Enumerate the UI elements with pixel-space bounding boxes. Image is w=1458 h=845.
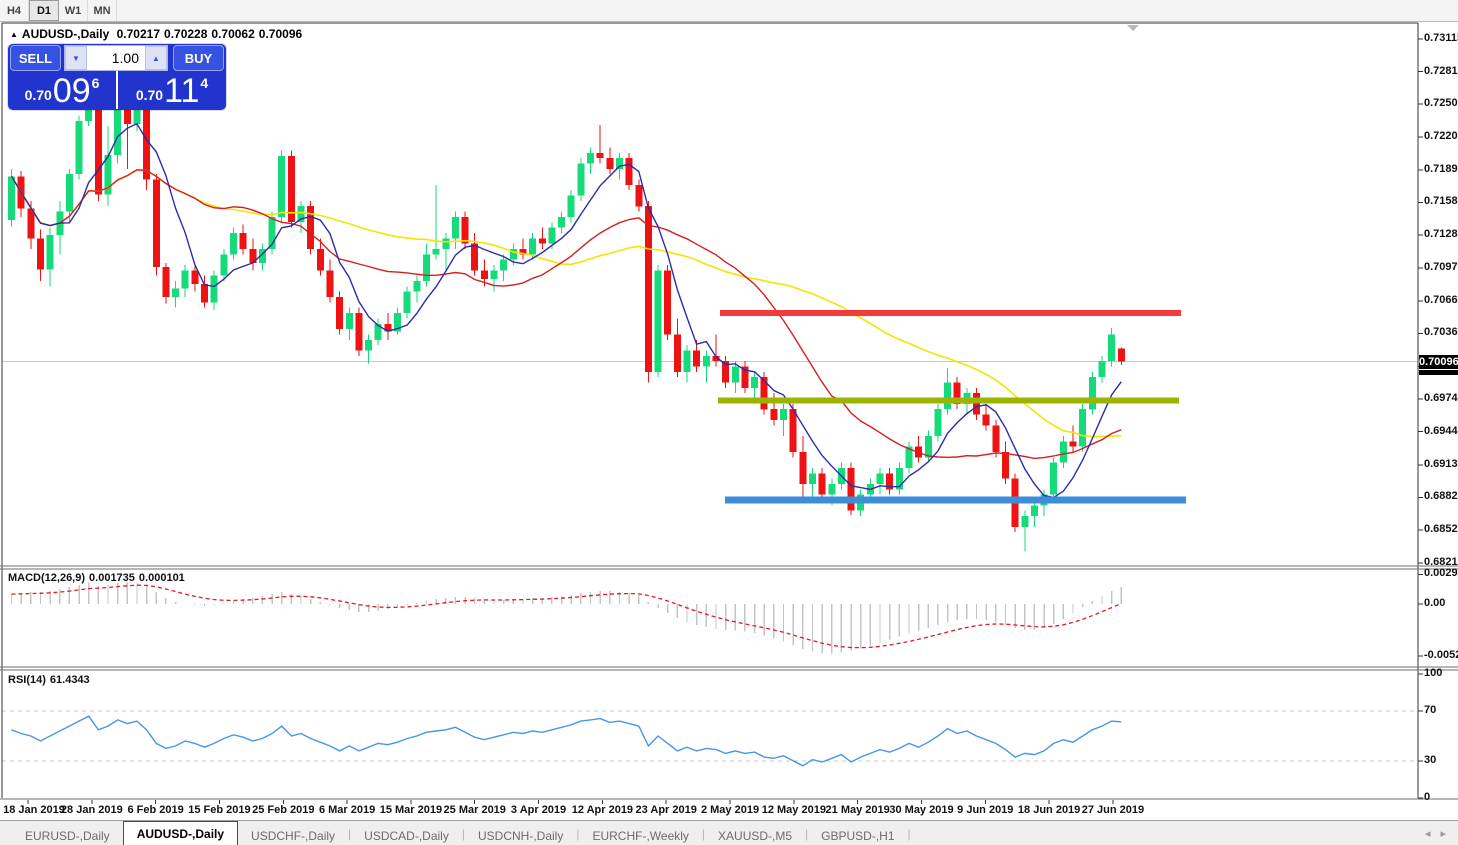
- buy-button[interactable]: BUY: [173, 45, 224, 71]
- current-price-tag: 0.70096: [1419, 354, 1458, 369]
- tab-audusd-daily[interactable]: AUDUSD-,Daily: [122, 821, 239, 845]
- tab-eurusd-daily[interactable]: EURUSD-,Daily: [12, 825, 123, 845]
- macd-tick-label: 0.002984: [1424, 567, 1458, 580]
- buy-price-display[interactable]: 0.70 11 4: [118, 71, 226, 109]
- price-chart-canvas[interactable]: [0, 0, 1458, 820]
- price-tick-label: 0.69440: [1424, 424, 1458, 437]
- price-tick-label: 0.71585: [1424, 195, 1458, 208]
- timeframe-button-d1[interactable]: D1: [29, 0, 59, 21]
- date-tick-label: 6 Feb 2019: [127, 804, 184, 816]
- price-tick-label: 0.69745: [1424, 392, 1458, 405]
- ohlc-low: 0.70062: [211, 27, 255, 41]
- tab-usdchf-daily[interactable]: USDCHF-,Daily: [238, 825, 348, 845]
- sell-price-big: 09: [52, 71, 91, 110]
- timeframe-button-w1[interactable]: W1: [59, 0, 88, 21]
- price-tick-label: 0.71280: [1424, 228, 1458, 241]
- tab-separator: |: [907, 826, 911, 841]
- buy-price-big: 11: [164, 71, 200, 110]
- price-tick-label: 0.73115: [1424, 32, 1458, 45]
- date-tick-label: 27 Jun 2019: [1081, 804, 1145, 816]
- price-tick-label: 0.70970: [1424, 261, 1458, 274]
- tab-eurchf-weekly[interactable]: EURCHF-,Weekly: [579, 825, 701, 845]
- date-tick-label: 12 May 2019: [761, 804, 826, 816]
- price-tick-label: 0.70665: [1424, 293, 1458, 306]
- rsi-tick-label: 70: [1424, 704, 1437, 717]
- date-tick-label: 15 Mar 2019: [379, 804, 443, 816]
- date-tick-label: 25 Mar 2019: [443, 804, 506, 816]
- price-tick-label: 0.72810: [1424, 64, 1458, 77]
- collapse-arrow-icon[interactable]: ▲: [10, 30, 18, 39]
- price-tick-label: 0.68210: [1424, 556, 1458, 569]
- date-tick-label: 18 Jan 2019: [3, 804, 65, 816]
- rsi-tick-label: 0: [1424, 791, 1431, 803]
- date-tick-label: 18 Jun 2019: [1017, 804, 1081, 816]
- ohlc-high: 0.70228: [164, 27, 208, 41]
- price-tick-label: 0.72200: [1424, 129, 1458, 142]
- chart-tab-bar: EURUSD-,Daily AUDUSD-,Daily USDCHF-,Daily |…: [0, 820, 1458, 845]
- sell-button[interactable]: SELL: [10, 45, 61, 71]
- price-tick-label: 0.71890: [1424, 162, 1458, 175]
- tab-usdcnh-daily[interactable]: USDCNH-,Daily: [465, 825, 576, 845]
- date-tick-label: 15 Feb 2019: [188, 804, 251, 816]
- date-tick-label: 30 May 2019: [889, 804, 954, 816]
- price-tick-label: 0.68520: [1424, 522, 1458, 535]
- macd-value: 0.001735: [89, 572, 135, 584]
- symbol-period-label: AUDUSD-,Daily: [21, 27, 110, 41]
- timeframe-toolbar: H4 D1 W1 MN: [0, 0, 1458, 22]
- price-tick-label: 0.69130: [1424, 457, 1458, 470]
- date-tick-label: 2 May 2019: [700, 804, 760, 816]
- rsi-value: 61.4343: [49, 674, 90, 686]
- chart-title: ▲ AUDUSD-,Daily 0.70217 0.70228 0.70062 0.70…: [10, 27, 306, 41]
- tab-usdcad-daily[interactable]: USDCAD-,Daily: [351, 825, 462, 845]
- tab-gbpusd-h1[interactable]: GBPUSD-,H1: [808, 825, 907, 845]
- volume-increase-button[interactable]: ▲: [145, 46, 167, 70]
- date-tick-label: 28 Jan 2019: [60, 804, 123, 816]
- volume-decrease-button[interactable]: ▼: [65, 46, 87, 70]
- date-tick-label: 21 May 2019: [825, 804, 890, 816]
- macd-signal-line: [11, 584, 1122, 649]
- date-tick-label: 6 Mar 2019: [318, 804, 376, 816]
- sell-price-prefix: 0.70: [24, 87, 52, 103]
- rsi-tick-label: 30: [1424, 753, 1437, 766]
- candles-layer: [8, 81, 1125, 552]
- tabs-scroll-left-icon[interactable]: ◂: [1425, 827, 1431, 840]
- date-tick-label: 9 Jun 2019: [957, 804, 1014, 816]
- sell-price-point: 6: [91, 75, 100, 91]
- tab-xauusd-m5[interactable]: XAUUSD-,M5: [705, 825, 805, 845]
- date-tick-label: 23 Apr 2019: [635, 804, 697, 816]
- tabs-scroll-right-icon[interactable]: ▸: [1440, 827, 1446, 840]
- date-tick-label: 3 Apr 2019: [510, 804, 567, 816]
- price-tick-label: 0.72505: [1424, 97, 1458, 110]
- macd-signal-value: 0.000101: [138, 572, 185, 584]
- volume-input[interactable]: [87, 46, 145, 70]
- date-tick-label: 12 Apr 2019: [571, 804, 634, 816]
- rsi-indicator-label: RSI(14) 61.4343: [8, 674, 90, 686]
- price-tick-label: 0.68825: [1424, 490, 1458, 503]
- trading-terminal: H4 D1 W1 MN ▲ AUDUSD-,Daily 0.70217 0.70228 0.…: [0, 0, 1458, 845]
- ohlc-close: 0.70096: [258, 27, 303, 41]
- rsi-tick-label: 100: [1424, 667, 1443, 679]
- one-click-trading-panel: SELL ▼ ▲ BUY 0.70 09 6 0.70 11 4: [8, 44, 226, 110]
- price-tick-label: 0.70360: [1424, 326, 1458, 339]
- sell-price-display[interactable]: 0.70 09 6: [8, 71, 118, 109]
- chart-shift-marker-icon[interactable]: [1127, 25, 1139, 31]
- macd-indicator-label: MACD(12,26,9) 0.001735 0.000101: [8, 572, 185, 584]
- buy-price-point: 4: [200, 75, 209, 91]
- buy-price-prefix: 0.70: [135, 87, 164, 103]
- timeframe-button-h4[interactable]: H4: [0, 0, 29, 21]
- date-tick-label: 25 Feb 2019: [252, 804, 315, 816]
- volume-control: ▼ ▲: [64, 45, 168, 71]
- macd-tick-label: 0.00: [1424, 597, 1446, 609]
- rsi-line: [11, 715, 1122, 767]
- ohlc-open: 0.70217: [116, 27, 161, 41]
- timeframe-button-mn[interactable]: MN: [88, 0, 117, 21]
- macd-tick-label: -0.00525: [1424, 649, 1458, 661]
